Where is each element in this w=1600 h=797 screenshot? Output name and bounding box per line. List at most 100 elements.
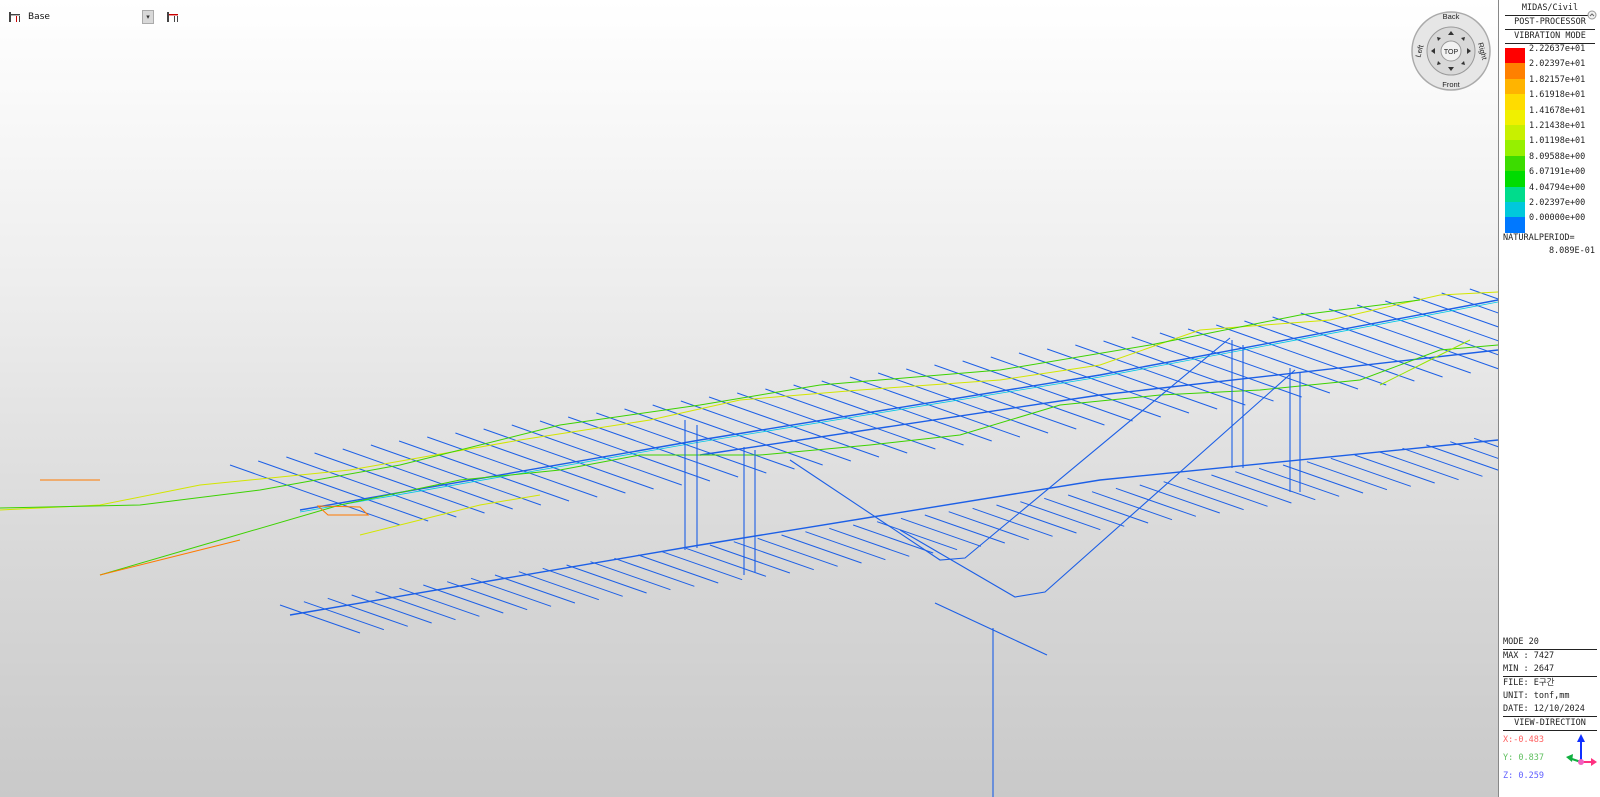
cross-member [1259,467,1340,497]
mode-number: MODE 20 [1503,637,1539,647]
deformed-line-green [0,299,1421,509]
cross-member [948,511,1029,541]
layer-tool-icon[interactable] [166,10,180,24]
legend-close-icon[interactable] [1587,10,1597,20]
navcube-front[interactable]: Front [1442,80,1460,89]
cross-member [590,561,671,591]
max-node: MAX : 7427 [1503,651,1555,661]
cross-member [972,507,1053,537]
color-scale-value: 1.41678e+01 [1529,105,1586,116]
cross-member [375,591,456,621]
cross-member [399,587,480,617]
cross-member [661,551,743,581]
min-node: MIN : 2647 [1503,664,1555,674]
deformed-shape-lines [0,291,1498,576]
cross-member [614,557,695,587]
cross-member [685,547,767,577]
color-scale-value: 2.02397e+00 [1529,197,1586,208]
color-scale-value: 4.04794e+00 [1529,182,1586,193]
layer-selector[interactable]: Base ▾ [28,10,154,24]
color-scale-value: 6.07191e+00 [1529,167,1586,178]
color-swatch [1505,186,1525,202]
color-swatch [1505,94,1525,110]
cross-member [733,541,814,571]
deformed-line-lower [99,344,1498,576]
color-scale-value: 2.02397e+01 [1529,59,1586,70]
cross-member [805,531,886,561]
middle-girder [699,349,1498,456]
cross-member [1378,451,1459,481]
cross-member [1330,457,1411,487]
cross-member [1413,296,1498,328]
cross-member [494,574,576,604]
color-scale-value: 2.22637e+01 [1529,44,1586,54]
navcube-top[interactable]: TOP [1444,49,1459,56]
color-swatch [1505,171,1525,187]
color-scale: 2.22637e+01 2.02397e+01 1.82157e+01 1.61918… [1505,44,1586,233]
color-scale-value: 1.82157e+01 [1529,74,1586,85]
file-name: FILE: E구간 [1503,678,1555,688]
cross-member [781,534,862,564]
cross-member [638,554,719,584]
color-scale-value: 1.01198e+01 [1529,136,1586,147]
cross-member [1163,481,1244,511]
legend-title-program: MIDAS/Civil [1521,3,1579,13]
cross-member [709,544,791,574]
color-swatch [1505,63,1525,79]
cross-member [327,597,408,627]
color-scale-value: 1.21438e+01 [1529,120,1586,131]
color-swatch [1505,124,1525,141]
cross-member [1402,447,1483,477]
cross-member [1282,464,1364,494]
view-navigation-cube[interactable]: Back Front Left Right TOP [1410,10,1492,92]
color-swatch [1505,155,1525,172]
cross-member [1020,501,1101,531]
color-swatch [1505,48,1525,64]
view-direction-title: VIEW-DIRECTION [1514,718,1586,728]
cross-member [829,527,910,557]
legend-title-module: POST-PROCESSOR [1514,17,1586,27]
color-scale-value: 1.61918e+01 [1529,90,1586,101]
model-viewport[interactable]: Base ▾ Back Front Left Right TOP [0,0,1498,797]
legend-title-result: VIBRATION MODE [1514,31,1586,41]
layer-select-label: Base [28,12,50,22]
cross-member [1306,461,1388,491]
cross-member [423,584,504,614]
color-swatch [1505,217,1525,233]
structural-model-view[interactable] [0,0,1498,797]
cross-member [1187,477,1268,507]
cross-member [1356,304,1498,356]
cross-member [1115,487,1197,517]
main-girders [289,299,1498,616]
cross-member [1139,484,1220,514]
cross-member [924,514,1005,544]
color-swatch [1505,109,1525,125]
chevron-down-icon[interactable]: ▾ [142,10,154,24]
color-swatch [1505,201,1525,218]
cross-member [996,504,1077,534]
date: DATE: 12/10/2024 [1503,704,1585,714]
cross-member [1469,288,1498,300]
cross-member [566,564,647,594]
post-processor-legend: MIDAS/Civil POST-PROCESSOR VIBRATION MOD… [1498,0,1600,797]
unit: UNIT: tonf,mm [1503,691,1570,701]
cross-member [1067,494,1149,524]
cross-member [351,594,432,624]
navcube-back[interactable]: Back [1443,12,1460,21]
cross-member [518,571,599,601]
cross-member [1211,474,1292,504]
cross-member [542,567,623,597]
color-scale-value: 0.00000e+00 [1529,213,1586,224]
color-swatch [1505,140,1525,156]
color-scale-row: 0.00000e+00 [1505,213,1585,233]
natural-period-label: NATURALPERIOD= [1503,233,1575,243]
color-swatch [1505,78,1525,95]
cross-member [757,537,838,567]
color-scale-value: 8.09588e+00 [1529,151,1586,162]
cross-member [1235,471,1316,501]
layer-icon[interactable] [8,10,22,24]
layer-toolbar: Base ▾ [8,8,180,26]
axis-triad-icon [1566,734,1597,766]
cross-member [1354,454,1435,484]
cross-member [1044,497,1125,527]
